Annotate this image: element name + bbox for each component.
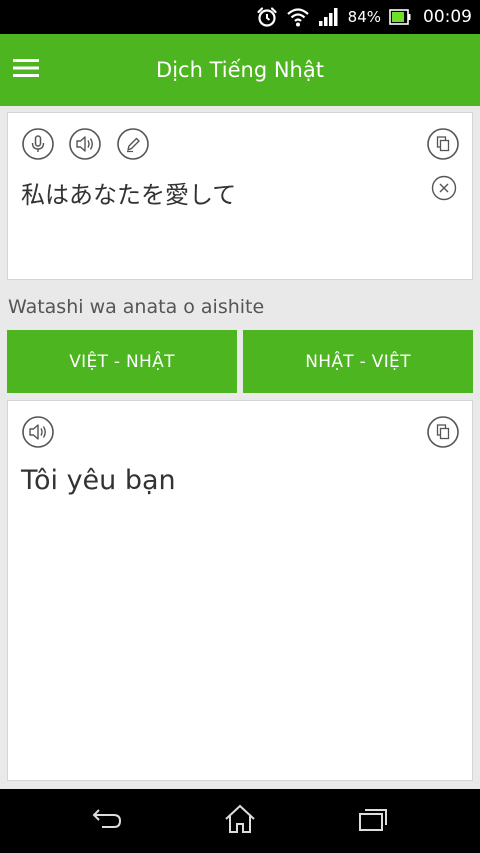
signal-icon	[318, 7, 340, 27]
translation-result: Tôi yêu bạn	[21, 465, 176, 496]
japanese-to-viet-button[interactable]: NHẬT - VIỆT	[243, 330, 473, 393]
copy-icon	[427, 416, 459, 448]
clear-text-button[interactable]	[431, 175, 457, 201]
viet-to-japanese-button[interactable]: VIỆT - NHẬT	[7, 330, 237, 393]
recent-apps-icon	[356, 805, 390, 837]
speaker-icon	[22, 416, 54, 448]
speak-source-button[interactable]	[69, 128, 101, 160]
speaker-icon	[69, 128, 101, 160]
clock-time: 00:09	[423, 7, 472, 27]
pencil-icon	[117, 128, 149, 160]
home-icon	[223, 804, 257, 838]
back-button[interactable]	[87, 803, 127, 839]
output-card: Tôi yêu bạn	[7, 400, 473, 781]
alarm-icon	[256, 6, 278, 28]
clear-icon	[431, 175, 457, 201]
input-card: 私はあなたを愛して	[7, 112, 473, 280]
microphone-button[interactable]	[22, 128, 54, 160]
copy-icon	[427, 128, 459, 160]
battery-icon	[389, 9, 411, 25]
navigation-bar	[0, 789, 480, 853]
source-text-input[interactable]: 私はあなたを愛して	[21, 175, 236, 210]
copy-source-button[interactable]	[427, 128, 459, 160]
app-title: Dịch Tiếng Nhật	[156, 58, 324, 82]
status-icons: 84% 00:09	[256, 0, 472, 34]
handwriting-button[interactable]	[117, 128, 149, 160]
copy-result-button[interactable]	[427, 416, 459, 448]
battery-percent: 84%	[347, 8, 381, 26]
recent-apps-button[interactable]	[353, 803, 393, 839]
app-bar: Dịch Tiếng Nhật	[0, 34, 480, 106]
back-icon	[90, 806, 124, 836]
romaji-transliteration: Watashi wa anata o aishite	[8, 296, 265, 318]
home-button[interactable]	[220, 803, 260, 839]
status-bar: 84% 00:09	[0, 0, 480, 34]
speak-result-button[interactable]	[22, 416, 54, 448]
wifi-icon	[286, 6, 310, 28]
microphone-icon	[22, 128, 54, 160]
